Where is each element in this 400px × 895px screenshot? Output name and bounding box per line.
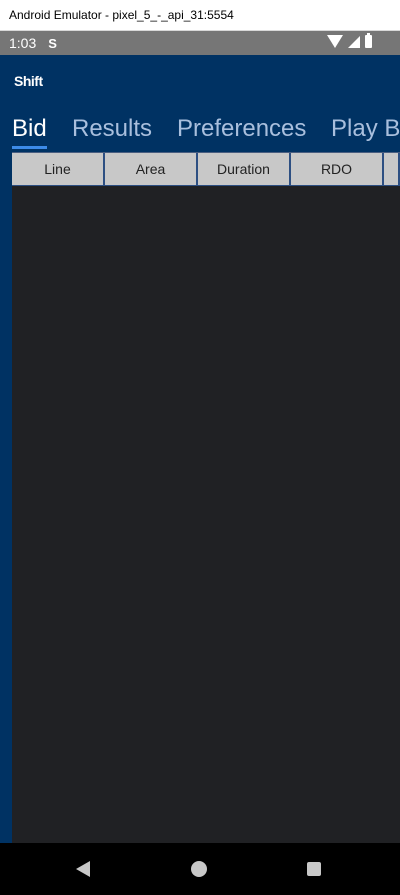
column-header-line[interactable]: Line: [12, 153, 105, 186]
bid-grid: Line Area Duration RDO: [12, 152, 400, 843]
signal-icon: [348, 35, 360, 48]
tab-preferences[interactable]: Preferences: [177, 113, 306, 149]
app-logo: Shift: [14, 73, 43, 89]
status-icons: [327, 33, 372, 48]
tab-indicator: [12, 146, 47, 149]
device-screen: 1:03 S Shift Bid Results Preferences Pla…: [0, 31, 400, 895]
back-icon[interactable]: [76, 861, 90, 877]
sync-icon: S: [48, 35, 57, 51]
tab-play-by[interactable]: Play By: [331, 113, 400, 149]
wifi-icon: [327, 35, 343, 48]
emulator-window-title: Android Emulator - pixel_5_-_api_31:5554: [0, 0, 400, 31]
home-icon[interactable]: [191, 861, 207, 877]
app-bar: Shift: [0, 55, 400, 105]
system-nav-bar: [0, 843, 400, 895]
recents-icon[interactable]: [307, 862, 321, 876]
tab-results[interactable]: Results: [72, 113, 152, 149]
column-header-rdo[interactable]: RDO: [291, 153, 384, 186]
tab-bid[interactable]: Bid: [12, 113, 47, 149]
column-header-next[interactable]: [384, 153, 400, 186]
status-time: 1:03: [9, 35, 37, 51]
column-header-area[interactable]: Area: [105, 153, 198, 186]
tab-strip: Bid Results Preferences Play By: [0, 113, 400, 153]
column-header-duration[interactable]: Duration: [198, 153, 291, 186]
battery-icon: [365, 33, 372, 48]
grid-header: Line Area Duration RDO: [12, 152, 400, 186]
status-bar: 1:03 S: [0, 31, 400, 55]
